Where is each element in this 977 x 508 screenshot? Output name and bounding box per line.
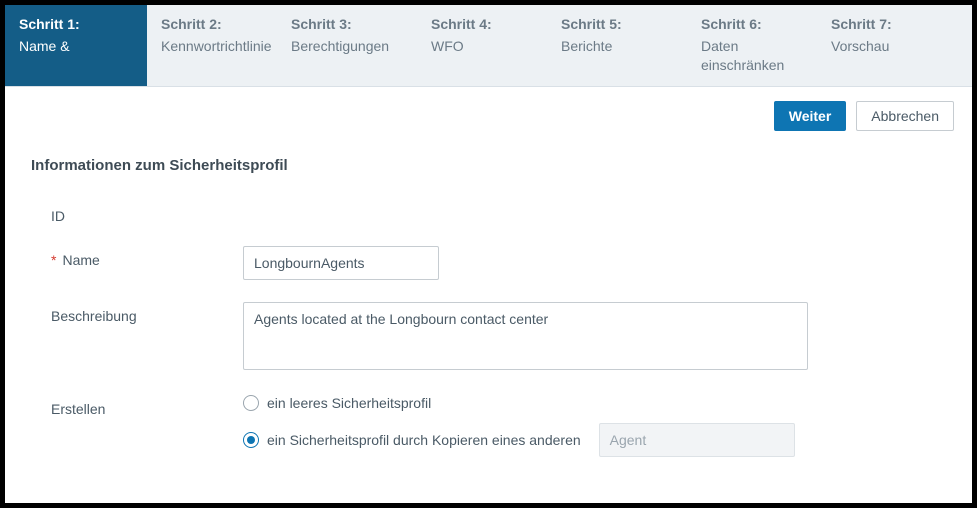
cancel-button[interactable]: Abbrechen xyxy=(856,101,954,131)
radio-icon[interactable] xyxy=(243,432,259,448)
step-subtitle: Daten einschränken xyxy=(701,37,805,76)
radio-option-copy[interactable]: ein Sicherheitsprofil durch Kopieren ein… xyxy=(243,423,946,457)
step-subtitle: Vorschau xyxy=(831,37,960,57)
step-2-password-policy[interactable]: Schritt 2: Kennwortrichtlinie xyxy=(147,5,277,86)
name-label-wrap: * Name xyxy=(31,246,243,268)
step-title: Schritt 4: xyxy=(431,15,535,35)
radio-option-blank[interactable]: ein leeres Sicherheitsprofil xyxy=(243,395,946,411)
step-3-permissions[interactable]: Schritt 3: Berechtigungen xyxy=(277,5,417,86)
step-7-preview[interactable]: Schritt 7: Vorschau xyxy=(817,5,972,86)
create-label: Erstellen xyxy=(31,395,243,417)
row-description: Beschreibung xyxy=(31,302,946,373)
required-indicator: * xyxy=(51,252,56,268)
row-create: Erstellen ein leeres Sicherheitsprofil e… xyxy=(31,395,946,469)
step-6-restrict-data[interactable]: Schritt 6: Daten einschränken xyxy=(687,5,817,86)
step-title: Schritt 5: xyxy=(561,15,675,35)
step-4-wfo[interactable]: Schritt 4: WFO xyxy=(417,5,547,86)
description-textarea[interactable] xyxy=(243,302,808,370)
wizard-steps: Schritt 1: Name & Schritt 2: Kennwortric… xyxy=(5,5,972,87)
radio-icon[interactable] xyxy=(243,395,259,411)
form-area: Informationen zum Sicherheitsprofil ID *… xyxy=(5,139,972,483)
step-subtitle: Berichte xyxy=(561,37,675,57)
id-label: ID xyxy=(31,202,243,224)
step-subtitle: Berechtigungen xyxy=(291,37,405,57)
section-title: Informationen zum Sicherheitsprofil xyxy=(31,157,946,174)
step-title: Schritt 6: xyxy=(701,15,805,35)
step-1-name[interactable]: Schritt 1: Name & xyxy=(5,5,147,86)
step-title: Schritt 3: xyxy=(291,15,405,35)
step-title: Schritt 7: xyxy=(831,15,960,35)
row-name: * Name xyxy=(31,246,946,280)
step-subtitle: Name & xyxy=(19,37,135,57)
name-input[interactable] xyxy=(243,246,439,280)
action-bar: Weiter Abbrechen xyxy=(5,87,972,139)
copy-source-select[interactable]: Agent xyxy=(599,423,795,457)
step-5-reports[interactable]: Schritt 5: Berichte xyxy=(547,5,687,86)
name-label: Name xyxy=(62,252,99,268)
radio-label-copy: ein Sicherheitsprofil durch Kopieren ein… xyxy=(267,432,581,448)
step-title: Schritt 2: xyxy=(161,15,265,35)
wizard-frame: Schritt 1: Name & Schritt 2: Kennwortric… xyxy=(5,5,972,503)
next-button[interactable]: Weiter xyxy=(774,101,847,131)
row-id: ID xyxy=(31,202,946,224)
step-subtitle: Kennwortrichtlinie xyxy=(161,37,265,57)
step-title: Schritt 1: xyxy=(19,15,135,35)
step-subtitle: WFO xyxy=(431,37,535,57)
description-label: Beschreibung xyxy=(31,302,243,324)
radio-label-blank: ein leeres Sicherheitsprofil xyxy=(267,395,431,411)
